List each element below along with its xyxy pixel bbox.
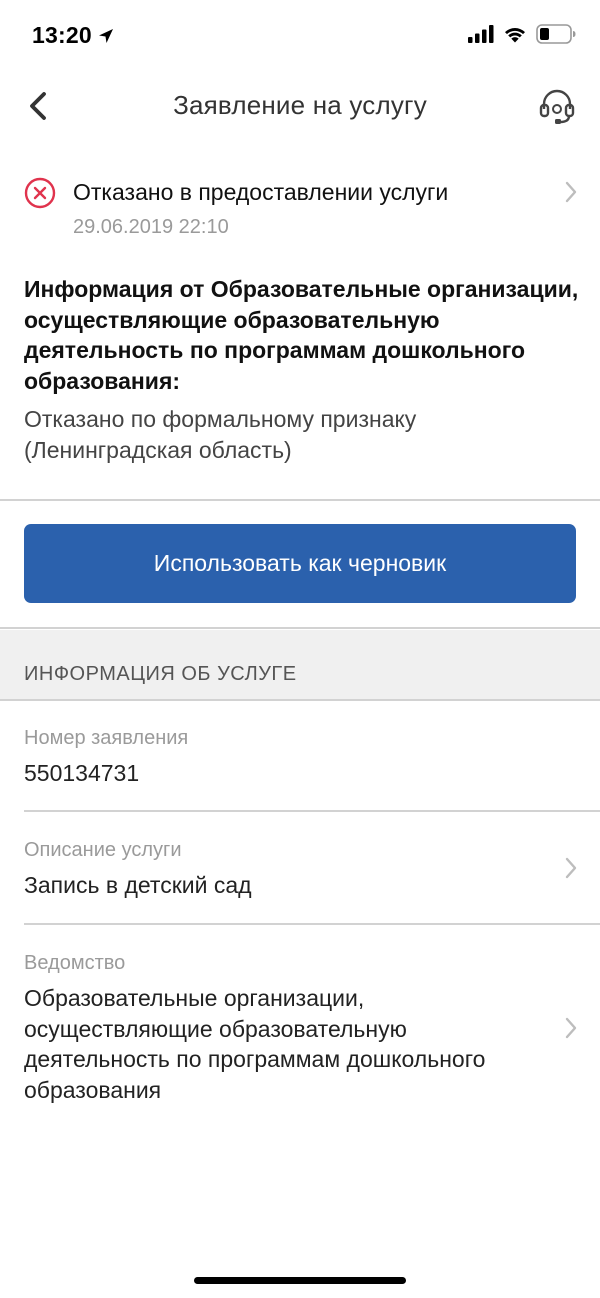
status-indicators <box>468 24 576 44</box>
battery-icon <box>536 24 576 44</box>
headset-icon <box>539 89 575 124</box>
error-circle-icon <box>24 177 56 209</box>
application-number-row: Номер заявления 550134731 <box>0 701 600 811</box>
chevron-right-icon <box>565 1017 577 1039</box>
detail-value: Запись в детский сад <box>24 872 252 898</box>
department-row[interactable]: Ведомство Образовательные организации, о… <box>0 925 600 1125</box>
detail-label: Номер заявления <box>24 727 189 749</box>
clock: 13:20 <box>32 22 114 49</box>
status-title: Отказано в предоставлении услуги <box>73 179 449 205</box>
status-time: 13:20 <box>32 22 92 48</box>
use-as-draft-button[interactable]: Использовать как черновик <box>24 524 576 603</box>
section-title: ИНФОРМАЦИЯ ОБ УСЛУГЕ <box>24 663 297 685</box>
detail-label: Описание услуги <box>24 839 182 861</box>
divider <box>0 627 600 629</box>
section-header: ИНФОРМАЦИЯ ОБ УСЛУГЕ <box>0 630 600 699</box>
chevron-right-icon <box>565 181 577 203</box>
message-heading: Информация от Образовательные организаци… <box>24 276 579 394</box>
cellular-signal-icon <box>468 25 494 43</box>
status-date: 29.06.2019 22:10 <box>73 216 229 238</box>
nav-bar: Заявление на услугу <box>0 70 600 142</box>
status-bar: 13:20 <box>0 0 600 70</box>
location-arrow-icon <box>98 28 113 43</box>
service-description-row[interactable]: Описание услуги Запись в детский сад <box>0 812 600 923</box>
divider <box>0 499 600 501</box>
page-title: Заявление на услугу <box>173 90 427 120</box>
support-button[interactable] <box>534 84 580 128</box>
application-status-row[interactable]: Отказано в предоставлении услуги 29.06.2… <box>0 170 600 246</box>
detail-value: 550134731 <box>24 760 140 786</box>
wifi-icon <box>505 28 525 43</box>
department-message: Информация от Образовательные организаци… <box>24 274 584 465</box>
detail-value: Образовательные организации, осуществляю… <box>24 985 486 1103</box>
home-indicator[interactable] <box>194 1277 406 1284</box>
message-text: Отказано по формальному признаку (Ленинг… <box>24 406 417 463</box>
chevron-right-icon <box>565 857 577 879</box>
detail-label: Ведомство <box>24 952 126 974</box>
